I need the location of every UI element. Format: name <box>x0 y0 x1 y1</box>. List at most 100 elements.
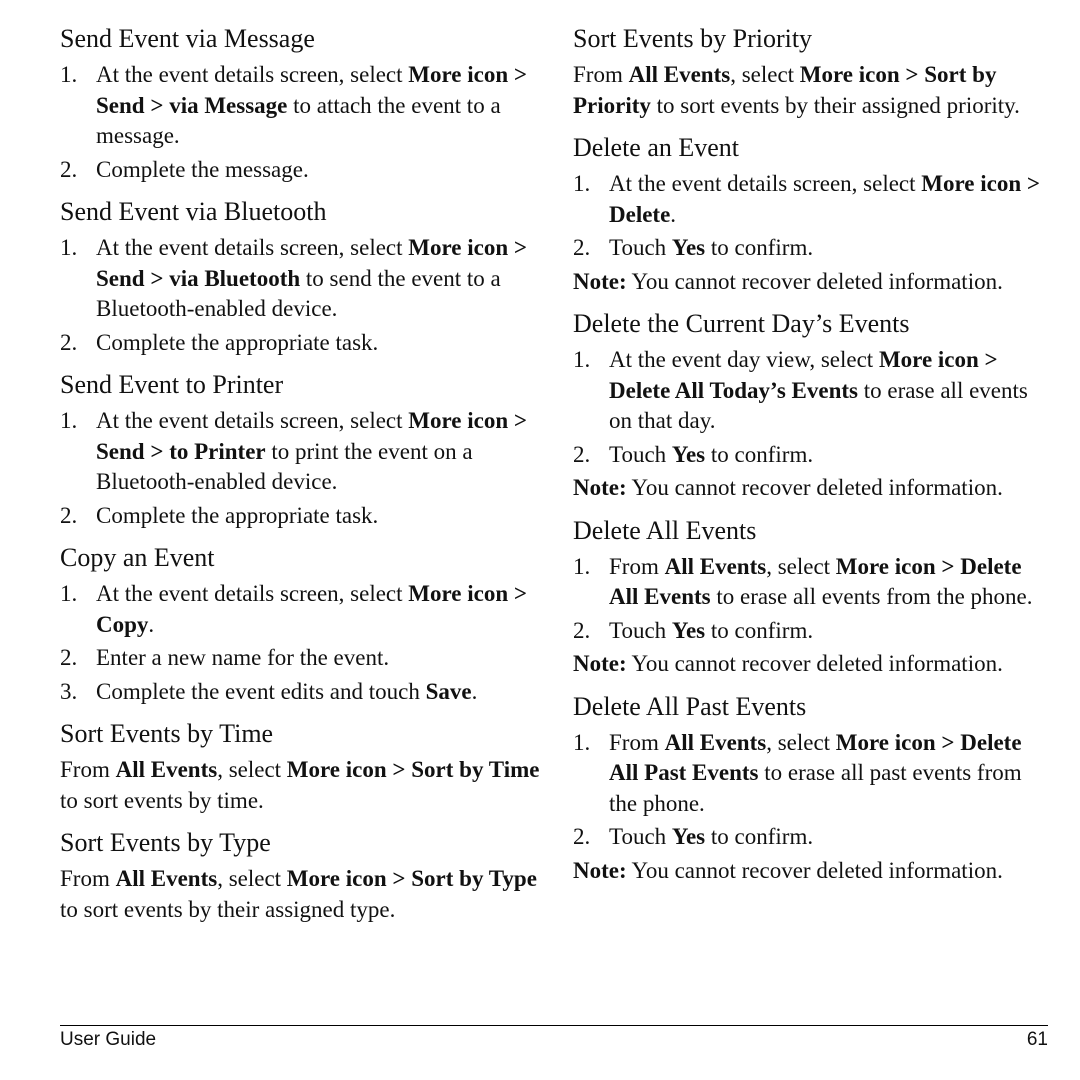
left-column: Send Event via Message 1. At the event det… <box>60 22 540 935</box>
text-run: You cannot recover deleted information. <box>626 651 1003 676</box>
step-number: 2. <box>60 329 78 355</box>
text-run: Touch <box>609 441 672 467</box>
steps-list: 1. At the event details screen, select Mo… <box>60 579 540 707</box>
text-run: Touch <box>609 824 672 849</box>
text-run: You cannot recover deleted information. <box>626 475 1003 500</box>
bold-term: All Events <box>628 62 731 87</box>
text-run: , select <box>217 757 287 782</box>
text-run: From <box>609 729 665 755</box>
step-number: 1. <box>60 408 78 433</box>
note: Note: You cannot recover deleted informa… <box>573 649 1053 680</box>
text-run: to confirm. <box>705 441 814 467</box>
step-number: 3. <box>60 678 78 704</box>
step-item: 2. Complete the appropriate task. <box>60 328 540 359</box>
bold-term: Note: <box>573 475 627 500</box>
step-item: 1. At the event details screen, select Mo… <box>60 579 540 640</box>
note: Note: You cannot recover deleted informa… <box>573 473 1053 504</box>
step-number: 1. <box>60 581 78 606</box>
page-footer: User Guide 61 <box>60 1025 1048 1050</box>
step-item: 2. Complete the message. <box>60 155 540 186</box>
section-heading: Send Event to Printer <box>60 370 284 399</box>
text-run: From <box>60 866 116 891</box>
bold-term: More icon > Sort by Time <box>286 757 540 782</box>
page-number: 61 <box>1026 1029 1048 1050</box>
bold-term: Yes <box>671 441 706 467</box>
section-send-event-via-message: Send Event via Message 1. At the event det… <box>60 22 540 185</box>
note: Note: You cannot recover deleted informa… <box>573 856 1053 887</box>
text-run: to sort events by their assigned priorit… <box>650 92 1020 118</box>
step-item: 1. From All Events, select More icon > De… <box>573 728 1053 820</box>
section-sort-events-by-time: Sort Events by Time From All Events, sele… <box>60 717 540 816</box>
text-run: At the event details screen, select <box>609 171 922 196</box>
section-send-event-to-printer: Send Event to Printer 1. At the event deta… <box>60 368 540 531</box>
step-item: 1. At the event details screen, select Mo… <box>573 169 1053 230</box>
section-copy-an-event: Copy an Event 1. At the event details scre… <box>60 541 540 707</box>
bold-term: All Events <box>664 729 767 755</box>
text-run: to confirm. <box>705 617 814 643</box>
text-run: to sort events by their assigned type. <box>60 896 396 922</box>
text-run: Complete the appropriate task. <box>96 329 379 355</box>
text-run: You cannot recover deleted information. <box>626 857 1003 883</box>
step-item: 1. At the event day view, select More ico… <box>573 345 1053 437</box>
bold-term: Yes <box>671 824 706 849</box>
text-run: From <box>60 757 116 782</box>
text-run: Complete the event edits and touch <box>96 678 426 704</box>
text-run: Complete the message. <box>96 156 309 182</box>
step-item: 2. Touch Yes to confirm. <box>573 440 1053 471</box>
section-sort-events-by-type: Sort Events by Type From All Events, sele… <box>60 826 540 925</box>
section-heading: Sort Events by Priority <box>573 24 813 53</box>
steps-list: 1. At the event details screen, select Mo… <box>573 169 1053 264</box>
step-item: 2. Enter a new name for the event. <box>60 643 540 674</box>
step-item: 2. Complete the appropriate task. <box>60 501 540 532</box>
bold-term: More icon > Sort by Type <box>286 866 537 891</box>
text-run: You cannot recover deleted information. <box>626 268 1003 294</box>
step-item: 2. Touch Yes to confirm. <box>573 616 1053 647</box>
bold-term: Yes <box>671 235 706 260</box>
step-number: 1. <box>573 553 591 579</box>
step-number: 2. <box>573 235 591 260</box>
text-run: Touch <box>609 617 672 643</box>
section-heading: Delete the Current Day’s Events <box>573 309 910 338</box>
steps-list: 1. At the event day view, select More ico… <box>573 345 1053 470</box>
right-column: Sort Events by Priority From All Events, … <box>573 22 1053 896</box>
text-run: From <box>609 553 665 579</box>
step-number: 2. <box>60 156 78 182</box>
bold-term: All Events <box>115 757 218 782</box>
text-run: Touch <box>609 235 672 260</box>
section-heading: Send Event via Message <box>60 24 315 53</box>
paragraph: From All Events, select More icon > Sort… <box>573 60 1053 121</box>
bold-term: Note: <box>573 268 627 294</box>
step-number: 1. <box>573 347 591 372</box>
text-run: At the event details screen, select <box>96 581 409 606</box>
bold-term: Note: <box>573 651 627 676</box>
step-number: 1. <box>60 235 78 260</box>
text-run: . <box>148 611 155 637</box>
bold-term: All Events <box>115 866 218 891</box>
step-item: 2. Touch Yes to confirm. <box>573 822 1053 853</box>
bold-term: Note: <box>573 857 627 883</box>
bold-term: Yes <box>671 617 706 643</box>
text-run: , select <box>730 62 800 87</box>
steps-list: 1. From All Events, select More icon > De… <box>573 552 1053 647</box>
section-delete-all-past-events: Delete All Past Events 1. From All Events,… <box>573 690 1053 887</box>
section-heading: Delete an Event <box>573 133 740 162</box>
steps-list: 1. At the event details screen, select Mo… <box>60 406 540 531</box>
step-item: 2. Touch Yes to confirm. <box>573 233 1053 264</box>
section-send-event-via-bluetooth: Send Event via Bluetooth 1. At the event d… <box>60 195 540 358</box>
steps-list: 1. At the event details screen, select Mo… <box>60 60 540 185</box>
section-heading: Delete All Events <box>573 515 757 545</box>
text-run: , select <box>766 729 836 755</box>
text-run: At the event details screen, select <box>96 408 409 433</box>
text-run: . <box>670 201 677 227</box>
paragraph: From All Events, select More icon > Sort… <box>60 755 540 816</box>
text-run: , select <box>217 866 287 891</box>
section-delete-the-current-day-s-events: Delete the Current Day’s Events 1. At the … <box>573 307 1053 504</box>
section-heading: Send Event via Bluetooth <box>60 197 327 226</box>
bold-term: All Events <box>664 553 767 579</box>
text-run: From <box>573 62 629 87</box>
text-run: to confirm. <box>705 235 814 260</box>
text-run: to sort events by time. <box>60 787 264 813</box>
step-item: 1. At the event details screen, select Mo… <box>60 233 540 325</box>
step-item: 3. Complete the event edits and touch Sav… <box>60 677 540 708</box>
text-run: to erase all events from the phone. <box>710 584 1033 609</box>
